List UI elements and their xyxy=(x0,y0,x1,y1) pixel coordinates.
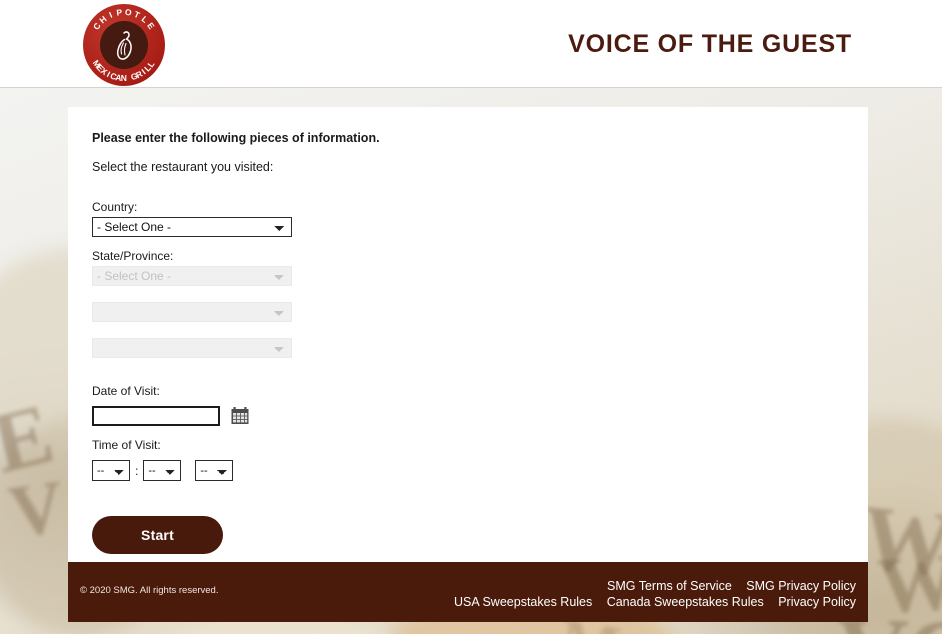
privacy-policy-link[interactable]: Privacy Policy xyxy=(778,595,856,609)
date-of-visit-input[interactable] xyxy=(92,406,220,426)
date-of-visit-label: Date of Visit: xyxy=(92,384,160,398)
smg-privacy-policy-link[interactable]: SMG Privacy Policy xyxy=(746,579,856,593)
time-meridiem-select[interactable]: -- xyxy=(195,460,234,481)
footer-links-row-2: USA Sweepstakes Rules Canada Sweepstakes… xyxy=(444,594,856,610)
canada-sweepstakes-rules-link[interactable]: Canada Sweepstakes Rules xyxy=(607,595,764,609)
pepper-icon xyxy=(116,31,132,60)
location-field xyxy=(92,338,844,358)
state-select[interactable]: - Select One - xyxy=(92,266,292,286)
footer-links-row-1: SMG Terms of Service SMG Privacy Policy xyxy=(444,578,856,594)
country-select[interactable]: - Select One - xyxy=(92,217,292,237)
state-label: State/Province: xyxy=(92,249,174,263)
copyright-text: © 2020 SMG. All rights reserved. xyxy=(80,585,219,596)
date-of-visit-field: Date of Visit: xyxy=(92,384,844,426)
usa-sweepstakes-rules-link[interactable]: USA Sweepstakes Rules xyxy=(454,595,592,609)
time-hour-select[interactable]: -- xyxy=(92,460,130,481)
calendar-icon[interactable] xyxy=(230,406,250,426)
time-minute-select[interactable]: -- xyxy=(143,460,182,481)
country-field: Country: - Select One - xyxy=(92,200,844,237)
location-select[interactable] xyxy=(92,338,292,358)
survey-form-card: Please enter the following pieces of inf… xyxy=(68,107,868,562)
page-title: VOICE OF THE GUEST xyxy=(568,30,852,58)
time-of-visit-label: Time of Visit: xyxy=(92,438,161,452)
smg-terms-of-service-link[interactable]: SMG Terms of Service xyxy=(607,579,732,593)
form-subtitle: Select the restaurant you visited: xyxy=(92,160,274,174)
footer-links: SMG Terms of Service SMG Privacy Policy … xyxy=(444,578,856,610)
state-field: State/Province: - Select One - xyxy=(92,249,844,286)
chipotle-logo[interactable]: CHIPOTLE MEXICAN GRILL xyxy=(83,4,165,86)
time-input-row: -- : -- -- xyxy=(92,460,844,481)
time-separator: : xyxy=(135,463,139,478)
time-of-visit-field: Time of Visit: -- : -- -- xyxy=(92,438,844,481)
site-footer: © 2020 SMG. All rights reserved. SMG Ter… xyxy=(68,562,868,622)
site-header: CHIPOTLE MEXICAN GRILL VOICE OF THE GUES… xyxy=(0,0,942,88)
city-select[interactable] xyxy=(92,302,292,322)
country-label: Country: xyxy=(92,200,138,214)
date-input-row xyxy=(92,406,844,426)
start-button[interactable]: Start xyxy=(92,516,223,554)
form-lead-text: Please enter the following pieces of inf… xyxy=(92,131,380,145)
city-field xyxy=(92,302,844,322)
